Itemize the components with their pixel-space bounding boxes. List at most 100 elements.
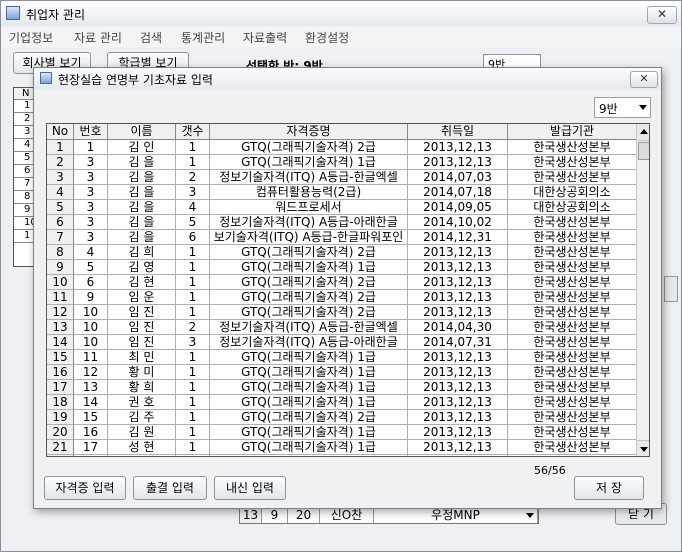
cell-count[interactable]: 1 <box>176 155 210 170</box>
grade-input-button[interactable]: 내신 입력 <box>214 476 286 500</box>
cell-number[interactable]: 14 <box>74 395 108 410</box>
col-header-cert-name[interactable]: 자격증명 <box>210 124 408 140</box>
col-header-date[interactable]: 취득일 <box>408 124 508 140</box>
col-header-no[interactable]: No <box>47 124 74 140</box>
cell-issuer[interactable]: 한국생산성본부 <box>508 275 637 290</box>
cell-cert-name[interactable]: 워드프로세서 <box>210 200 408 215</box>
cell-number[interactable]: 3 <box>74 170 108 185</box>
cell-count[interactable]: 2 <box>176 320 210 335</box>
menu-company-info[interactable]: 기업정보 <box>9 29 53 46</box>
table-row[interactable]: 43김 을 3 컴퓨터활용능력(2급) 2014,07,18 대한상공회의소 <box>47 185 637 200</box>
cell-issuer[interactable]: 한국생산성본부 <box>508 140 637 155</box>
cell-name[interactable]: 김 을 <box>108 230 176 245</box>
cell-issuer[interactable]: 대한상공회의소 <box>508 185 637 200</box>
cell-no[interactable]: 21 <box>47 440 74 455</box>
cell-name[interactable]: 김 을 <box>108 170 176 185</box>
cell-issuer[interactable]: 한국생산성본부 <box>508 335 637 350</box>
cell-number[interactable]: 3 <box>74 230 108 245</box>
cell-cert-name[interactable]: GTQ(그래픽기술자격) 2급 <box>210 275 408 290</box>
cell-count[interactable]: 3 <box>176 335 210 350</box>
cell-issuer[interactable]: 한국생산성본부 <box>508 230 637 245</box>
table-row[interactable]: 11 9 임 운 1 GTQ(그래픽기술자격) 2급 2013,12,13 한국생산성본부 <box>47 290 637 305</box>
cell-no[interactable]: 16 <box>47 365 74 380</box>
cell-no[interactable]: 13 <box>47 320 74 335</box>
col-header-count[interactable]: 갯수 <box>176 124 210 140</box>
cell-date[interactable]: 2014,07,18 <box>408 185 508 200</box>
cell-date[interactable]: 2013,12,13 <box>408 365 508 380</box>
cell-no[interactable]: 10 <box>47 275 74 290</box>
cell-date[interactable]: 2013,12,13 <box>408 440 508 455</box>
cell-issuer[interactable]: 한국생산성본부 <box>508 305 637 320</box>
cell-number[interactable]: 6 <box>74 275 108 290</box>
table-row[interactable]: 13 10 임 진 2 정보기술자격(ITQ) A등급-한글엑셀 2014,04,30 한국… <box>47 320 637 335</box>
cell-date[interactable]: 2013,12,13 <box>408 380 508 395</box>
table-row[interactable]: 12 10 임 진 1 GTQ(그래픽기술자격) 2급 2013,12,13 한국생산성본부 <box>47 305 637 320</box>
cell-issuer[interactable]: 한국생산성본부 <box>508 455 637 456</box>
cell-cert-name[interactable]: GTQ(그래픽기술자격) 2급 <box>210 245 408 260</box>
cell-issuer[interactable]: 한국생산성본부 <box>508 410 637 425</box>
cert-input-button[interactable]: 자격증 입력 <box>44 476 126 500</box>
main-scrollbar[interactable] <box>664 276 678 302</box>
cell-count[interactable]: 1 <box>176 245 210 260</box>
cell-cert-name[interactable]: 정보기술자격(ITQ) A등급-아래한글 <box>210 215 408 230</box>
cell-number[interactable]: 5 <box>74 260 108 275</box>
cell-no[interactable]: 2 <box>47 155 74 170</box>
cell-no[interactable]: 19 <box>47 410 74 425</box>
cell-date[interactable]: 2013,12,13 <box>408 410 508 425</box>
cell-count[interactable]: 1 <box>176 350 210 365</box>
cell-count[interactable]: 2 <box>176 170 210 185</box>
cell-number[interactable]: 16 <box>74 425 108 440</box>
cell-count[interactable]: 4 <box>176 200 210 215</box>
col-header-name[interactable]: 이름 <box>108 124 176 140</box>
menu-statistics[interactable]: 통계관리 <box>181 29 225 46</box>
cell-number[interactable]: 18 <box>74 455 108 456</box>
cell-cert-name[interactable]: GTQ(그래픽기술자격) 1급 <box>210 260 408 275</box>
cell-name[interactable]: 김 주 <box>108 410 176 425</box>
cell-issuer[interactable]: 한국생산성본부 <box>508 170 637 185</box>
cell-no[interactable]: 9 <box>47 260 74 275</box>
cell-name[interactable]: 성 현 <box>108 440 176 455</box>
cell-number[interactable]: 3 <box>74 155 108 170</box>
cell-name[interactable]: 김 현 <box>108 275 176 290</box>
cell-name[interactable]: 김 을 <box>108 155 176 170</box>
cell-issuer[interactable]: 한국생산성본부 <box>508 395 637 410</box>
cell-name[interactable]: 황 미 <box>108 365 176 380</box>
cell-cert-name[interactable]: GTQ(그래픽기술자격) 1급 <box>210 455 408 456</box>
cell-number[interactable]: 9 <box>74 290 108 305</box>
cell-count[interactable]: 1 <box>176 410 210 425</box>
cell-issuer[interactable]: 한국생산성본부 <box>508 290 637 305</box>
class-select[interactable]: 9반 <box>594 97 651 118</box>
cell-no[interactable]: 3 <box>47 170 74 185</box>
cell-cert-name[interactable]: GTQ(그래픽기술자격) 1급 <box>210 380 408 395</box>
cell-count[interactable]: 3 <box>176 185 210 200</box>
cell-issuer[interactable]: 한국생산성본부 <box>508 380 637 395</box>
cell-name[interactable]: 유 식 <box>108 455 176 456</box>
cell-issuer[interactable]: 한국생산성본부 <box>508 350 637 365</box>
cell-name[interactable]: 임 진 <box>108 305 176 320</box>
cell-date[interactable]: 2013,12,13 <box>408 305 508 320</box>
cell-no[interactable]: 5 <box>47 200 74 215</box>
cell-name[interactable]: 김 희 <box>108 245 176 260</box>
table-row[interactable]: 63김 을 5 정보기술자격(ITQ) A등급-아래한글 2014,10,02 한국생산… <box>47 215 637 230</box>
cell-cert-name[interactable]: GTQ(그래픽기술자격) 1급 <box>210 425 408 440</box>
cell-count[interactable]: 6 <box>176 230 210 245</box>
table-row[interactable]: 15 11 최 민 1 GTQ(그래픽기술자격) 1급 2013,12,13 한국생산성본부 <box>47 350 637 365</box>
cell-number[interactable]: 3 <box>74 185 108 200</box>
col-header-issuer[interactable]: 발급기관 <box>508 124 637 140</box>
cell-date[interactable]: 2013,12,13 <box>408 425 508 440</box>
cell-cert-name[interactable]: GTQ(그래픽기술자격) 1급 <box>210 350 408 365</box>
cell-no[interactable]: 17 <box>47 380 74 395</box>
cert-grid[interactable]: No 번호 이름 갯수 자격증명 취득일 발급기관 11김 인 1 GTQ(그래픽기… <box>46 123 650 457</box>
cell-date[interactable]: 2013,12,13 <box>408 140 508 155</box>
scroll-up-button[interactable] <box>637 124 649 141</box>
cell-no[interactable]: 14 <box>47 335 74 350</box>
table-row[interactable]: 11김 인 1 GTQ(그래픽기술자격) 2급 2013,12,13 한국생산성본부 <box>47 140 637 155</box>
cell-date[interactable]: 2013,12,13 <box>408 260 508 275</box>
cell-name[interactable]: 김 영 <box>108 260 176 275</box>
main-close-button[interactable]: ✕ <box>647 6 677 24</box>
cell-issuer[interactable]: 한국생산성본부 <box>508 425 637 440</box>
cell-date[interactable]: 2014,07,03 <box>408 170 508 185</box>
scroll-down-button[interactable] <box>637 440 649 456</box>
cell-cert-name[interactable]: GTQ(그래픽기술자격) 2급 <box>210 290 408 305</box>
cell-issuer[interactable]: 한국생산성본부 <box>508 365 637 380</box>
